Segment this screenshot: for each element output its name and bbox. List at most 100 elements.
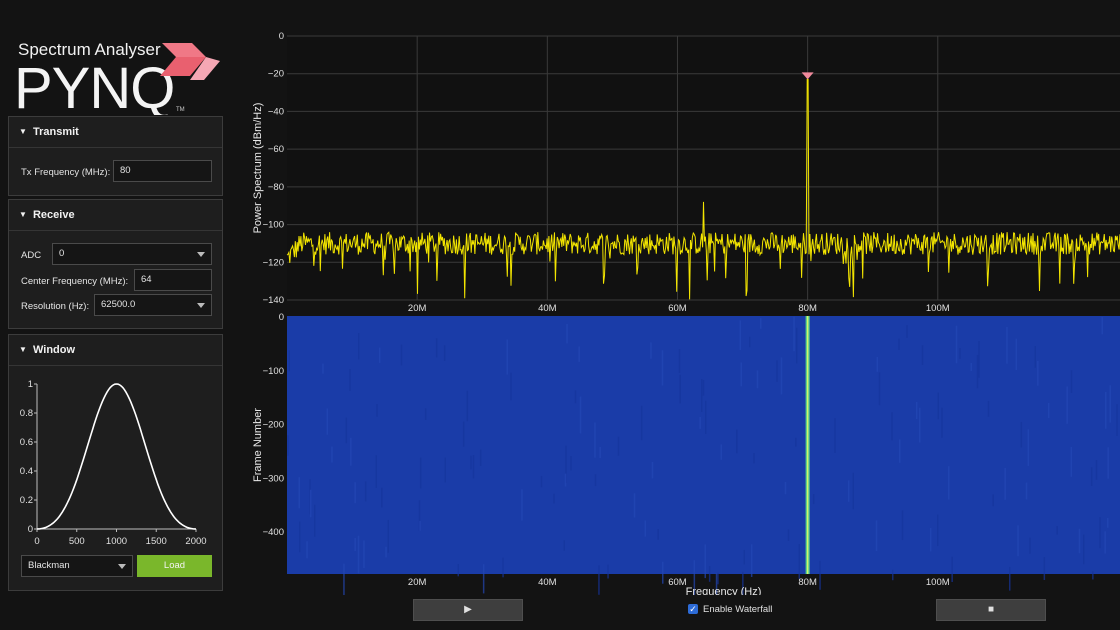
waterfall-texture	[661, 350, 664, 386]
waterfall-texture	[739, 320, 742, 350]
window-function-chart: 0 0.2 0.4 0.6 0.8 1 0 500 1000 1500 2000	[20, 379, 207, 547]
waterfall-texture	[921, 345, 924, 365]
waterfall-texture	[640, 405, 643, 441]
logo-trademark: TM	[176, 107, 185, 113]
waterfall-texture	[970, 363, 972, 372]
waterfall-texture	[898, 338, 900, 350]
waterfall-texture	[941, 407, 943, 438]
waterfall-texture	[298, 477, 300, 509]
waterfall-x-tick-label: 20M	[408, 577, 427, 588]
waterfall-texture	[753, 453, 755, 464]
waterfall-texture	[564, 473, 567, 487]
waterfall-texture	[470, 455, 472, 470]
waterfall-texture	[875, 520, 878, 551]
waterfall-texture	[350, 437, 352, 466]
y-tick-label: 0.4	[20, 466, 33, 477]
waterfall-texture	[1034, 346, 1036, 368]
waterfall-texture	[1006, 327, 1008, 364]
waterfall-y-tick-label: −400	[263, 527, 284, 538]
waterfall-texture	[852, 472, 854, 510]
spectrum-y-tick-label: −60	[268, 144, 284, 155]
waterfall-texture	[834, 418, 836, 453]
waterfall-texture	[1095, 460, 1098, 480]
waterfall-texture	[510, 372, 512, 401]
load-button[interactable]: Load	[137, 555, 212, 577]
waterfall-texture	[1105, 392, 1107, 429]
window-curve	[36, 383, 197, 530]
waterfall-y-tick-label: 0	[279, 312, 284, 323]
caret-down-icon: ▼	[19, 210, 27, 219]
waterfall-texture	[955, 325, 958, 364]
spectrum-y-tick-label: −100	[263, 220, 284, 231]
x-tick-label: 500	[69, 536, 85, 547]
tx-frequency-input[interactable]: 80	[113, 160, 212, 182]
waterfall-texture	[1043, 557, 1046, 580]
resolution-select[interactable]: 62500.0	[94, 294, 212, 316]
waterfall-texture	[287, 435, 289, 456]
waterfall-texture	[578, 346, 580, 362]
waterfall-texture	[457, 564, 459, 577]
waterfall-texture	[579, 396, 582, 434]
waterfall-texture	[462, 421, 465, 447]
waterfall-texture	[563, 540, 565, 551]
window-title: Window	[32, 344, 76, 356]
waterfall-texture	[749, 336, 751, 348]
transmit-header[interactable]: ▼ Transmit	[9, 117, 222, 148]
waterfall-texture	[570, 456, 572, 471]
waterfall-texture	[419, 520, 421, 531]
window-header[interactable]: ▼ Window	[9, 335, 222, 366]
waterfall-texture	[705, 400, 707, 434]
resolution-label: Resolution (Hz):	[21, 301, 90, 312]
adc-select[interactable]: 0	[52, 243, 212, 265]
waterfall-texture	[1017, 525, 1019, 557]
waterfall-texture	[358, 333, 360, 360]
waterfall-texture	[978, 341, 980, 378]
waterfall-texture	[482, 564, 485, 594]
spectrum-chart[interactable]: 0 −20 −40 −60 −80 −100 −120 −140 20M 40M 60M 80M 100…	[240, 25, 1120, 599]
spectrum-plots: 0 −20 −40 −60 −80 −100 −120 −140 20M 40M 60M 80M 100…	[240, 25, 1120, 630]
spectrum-y-tick-label: −40	[268, 106, 284, 117]
x-tick-label: 1000	[106, 536, 127, 547]
waterfall-texture	[1116, 404, 1118, 436]
waterfall-texture	[357, 535, 360, 574]
enable-waterfall-checkbox[interactable]: ✓	[688, 604, 698, 614]
waterfall-texture	[717, 572, 719, 585]
waterfall-texture	[736, 429, 738, 454]
waterfall-texture	[444, 457, 446, 483]
waterfall-texture	[633, 493, 636, 518]
y-tick-label: 0.6	[20, 437, 33, 448]
waterfall-texture	[948, 466, 950, 500]
waterfall-texture	[915, 402, 918, 419]
waterfall-texture	[1092, 571, 1094, 580]
waterfall-texture	[299, 521, 301, 553]
waterfall-texture	[506, 339, 508, 375]
logo-word: PYNQ	[14, 56, 174, 115]
waterfall-texture	[607, 564, 609, 579]
spectrum-y-tick-label: −140	[263, 295, 284, 306]
waterfall-x-tick-label: 60M	[668, 577, 687, 588]
waterfall-texture	[644, 520, 647, 537]
waterfall-texture	[1027, 429, 1030, 466]
play-button[interactable]: ▶	[413, 599, 523, 621]
waterfall-texture	[599, 446, 601, 458]
window-type-select[interactable]: Blackman	[21, 555, 133, 577]
waterfall-texture	[1020, 421, 1023, 448]
waterfall-texture	[1101, 317, 1103, 335]
waterfall-texture	[566, 323, 568, 344]
x-tick-label: 1500	[146, 536, 167, 547]
spectrum-x-tick-label: 20M	[408, 303, 427, 314]
waterfall-texture	[385, 546, 387, 558]
waterfall-texture	[354, 482, 356, 504]
waterfall-texture	[796, 327, 798, 364]
waterfall-texture	[1107, 517, 1109, 528]
receive-header[interactable]: ▼ Receive	[9, 200, 222, 231]
waterfall-texture	[1070, 446, 1073, 477]
enable-waterfall-label: Enable Waterfall	[703, 604, 773, 615]
x-tick-label: 2000	[185, 536, 206, 547]
center-frequency-input[interactable]: 64	[134, 269, 212, 291]
waterfall-texture	[540, 475, 543, 488]
waterfall-texture	[375, 455, 377, 488]
stop-button[interactable]: ■	[936, 599, 1046, 621]
waterfall-texture	[1066, 386, 1068, 424]
waterfall-texture	[798, 544, 800, 579]
